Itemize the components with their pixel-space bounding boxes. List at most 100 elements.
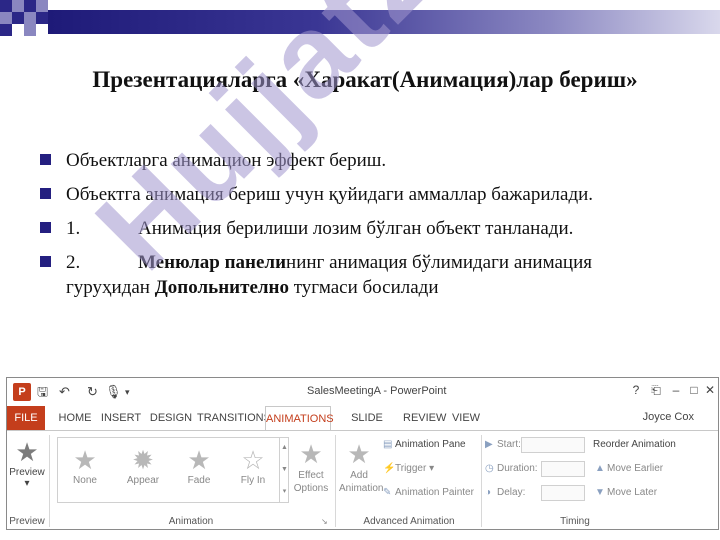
start-dropdown[interactable] xyxy=(521,437,585,453)
tab-slide-show[interactable]: SLIDE SHOW xyxy=(337,406,397,448)
preview-star-icon: ★ xyxy=(15,437,39,467)
star-fly-icon: ☆ xyxy=(241,445,265,475)
move-later-label: Move Later xyxy=(607,487,658,498)
duration-label: ◷ Duration: xyxy=(485,463,538,474)
effect-appear-button[interactable]: ✹ Appear xyxy=(117,445,169,486)
decor-square xyxy=(12,24,24,36)
start-label: ▶ Start: xyxy=(485,439,521,450)
effect-options-star-icon: ★ xyxy=(299,439,323,469)
add-animation-button[interactable]: ★ Add Animation xyxy=(339,439,384,495)
decor-square xyxy=(24,24,36,36)
group-label-preview: Preview xyxy=(9,516,45,527)
top-decoration xyxy=(0,0,720,40)
duration-clock-icon: ◷ xyxy=(485,463,494,474)
group-label-advanced-animation: Advanced Animation xyxy=(363,516,455,527)
animation-pane-icon: ▤ xyxy=(383,439,393,450)
trigger-icon: ⚡ xyxy=(383,463,396,474)
bullet-item: 1. Анимация берилиши лозим бўлган объект … xyxy=(40,216,680,241)
decor-square xyxy=(36,12,48,24)
start-text: Start: xyxy=(497,439,521,450)
effect-label: None xyxy=(73,475,97,486)
move-later-icon: ▼ xyxy=(595,487,605,498)
add-star-icon: ★ xyxy=(347,439,371,469)
window-title: SalesMeetingA - PowerPoint xyxy=(307,385,447,397)
tab-view[interactable]: VIEW xyxy=(449,406,483,430)
gallery-scrollbar[interactable]: ▲ ▼ ▾ xyxy=(279,437,289,503)
group-label-animation: Animation xyxy=(168,516,214,527)
decor-square xyxy=(24,0,36,12)
animations-ribbon: ★ Preview ▾ Preview ★ None ✹ Appear ★ Fa… xyxy=(7,430,718,529)
decor-square xyxy=(0,12,12,24)
microphone-icon[interactable]: 🎙 xyxy=(105,383,122,401)
add-animation-label: Add Animation xyxy=(339,470,384,494)
group-separator xyxy=(49,435,50,527)
customize-quick-access-icon[interactable]: ▾ xyxy=(125,383,130,401)
dialog-launcher-icon[interactable]: ↘ xyxy=(321,517,328,526)
bullet-marker xyxy=(40,154,51,165)
effect-none-button[interactable]: ★ None xyxy=(61,445,109,486)
animation-pane-button[interactable]: ▤ Animation Pane xyxy=(383,439,466,450)
minimize-icon[interactable]: – xyxy=(667,383,685,397)
bullet-marker xyxy=(40,222,51,233)
decor-square xyxy=(0,24,12,36)
preview-button[interactable]: ★ Preview ▾ xyxy=(9,437,45,489)
close-icon[interactable]: ✕ xyxy=(701,383,718,397)
tab-review[interactable]: REVIEW xyxy=(403,406,446,430)
bullet-item: Объектларга анимацион эффект бериш. xyxy=(40,148,680,173)
animation-painter-label: Animation Painter xyxy=(395,487,474,498)
bullet-text: Анимация берилиши лозим бўлган объект та… xyxy=(138,218,574,239)
move-earlier-icon: ▲ xyxy=(595,463,605,474)
powerpoint-app-icon: P xyxy=(13,383,31,401)
bullet-marker xyxy=(40,256,51,267)
user-name[interactable]: Joyce Cox xyxy=(643,411,694,423)
animation-painter-button[interactable]: ✎ Animation Painter xyxy=(383,487,474,498)
decor-square xyxy=(12,12,24,24)
effect-label: Fly In xyxy=(240,475,266,486)
effect-label: Fade xyxy=(187,475,211,486)
effect-fade-button[interactable]: ★ Fade xyxy=(175,445,223,486)
tab-home[interactable]: HOME xyxy=(55,406,95,430)
header-gradient-bar xyxy=(48,10,720,34)
move-earlier-button[interactable]: ▲ Move Earlier xyxy=(595,463,663,474)
duration-text: Duration: xyxy=(497,463,538,474)
effect-label: Appear xyxy=(126,475,160,486)
slide-title: Презентацияларга «Харакат(Анимация)лар б… xyxy=(92,67,638,92)
animation-painter-icon: ✎ xyxy=(383,487,392,498)
group-separator xyxy=(481,435,482,527)
star-icon: ★ xyxy=(73,445,97,475)
bullet-list: Объектларга анимацион эффект бериш. Объе… xyxy=(40,148,680,309)
duration-stepper[interactable] xyxy=(541,461,585,477)
preview-label: Preview xyxy=(9,467,45,478)
decor-square xyxy=(24,12,36,24)
trigger-button[interactable]: ⚡Trigger ▾ xyxy=(383,463,434,474)
save-icon[interactable]: 🖫 xyxy=(37,383,48,401)
group-label-timing: Timing xyxy=(560,516,590,527)
tab-animations[interactable]: ANIMATIONS xyxy=(265,406,334,430)
star-burst-icon: ✹ xyxy=(132,445,154,475)
tab-file[interactable]: FILE xyxy=(7,406,45,430)
help-icon[interactable]: ? xyxy=(627,383,645,397)
decor-square xyxy=(12,0,24,12)
ribbon-display-options-icon[interactable]: ⎗ xyxy=(647,383,665,398)
redo-icon[interactable]: ↻ xyxy=(87,383,98,401)
bullet-marker xyxy=(40,188,51,199)
tab-transitions[interactable]: TRANSITIONS xyxy=(197,406,271,430)
delay-stepper[interactable] xyxy=(541,485,585,501)
reorder-animation-label: Reorder Animation xyxy=(593,439,676,450)
move-later-button[interactable]: ▼ Move Later xyxy=(595,487,657,498)
undo-icon[interactable]: ↶ xyxy=(59,383,70,401)
bullet-number: 2. xyxy=(66,252,81,273)
powerpoint-ribbon-screenshot: P 🖫 ↶ ↻ 🎙 ▾ SalesMeetingA - PowerPoint ?… xyxy=(6,377,719,530)
bullet-bold-text: Менюлар панели xyxy=(138,252,287,273)
tab-design[interactable]: DESIGN xyxy=(147,406,195,430)
effect-options-button[interactable]: ★ Effect Options xyxy=(293,439,329,495)
bullet-text: Объектга анимация бериш учун қуйидаги ам… xyxy=(66,184,594,205)
bullet-item: Объектга анимация бериш учун қуйидаги ам… xyxy=(40,182,680,207)
delay-text: Delay: xyxy=(497,487,526,498)
title-bar: P 🖫 ↶ ↻ 🎙 ▾ SalesMeetingA - PowerPoint ?… xyxy=(7,378,718,406)
ribbon-tabs: FILE HOME INSERT DESIGN TRANSITIONS ANIM… xyxy=(7,406,718,448)
bullet-text: Объектларга анимацион эффект бериш. xyxy=(66,150,387,171)
delay-label: ◑ Delay: xyxy=(485,487,525,498)
effect-fly-in-button[interactable]: ☆ Fly In xyxy=(229,445,277,486)
tab-insert[interactable]: INSERT xyxy=(99,406,143,430)
